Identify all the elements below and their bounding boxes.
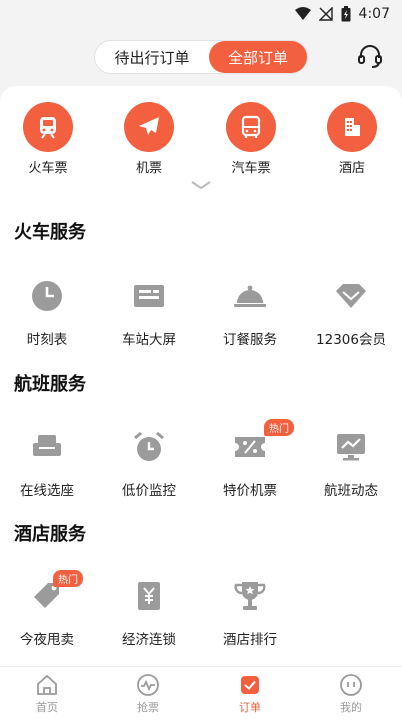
service-label: 12306会员 xyxy=(316,332,386,348)
section-title-flight: 航班服务 xyxy=(14,374,86,395)
service-price-alert[interactable]: 低价监控 xyxy=(99,427,199,499)
tab-pending-orders[interactable]: 待出行订单 xyxy=(95,41,209,73)
diamond-icon xyxy=(331,276,371,316)
meal-cloche-icon xyxy=(230,276,270,316)
monitor-chart-icon xyxy=(331,427,371,467)
service-seat-selection[interactable]: 在线选座 xyxy=(0,427,97,499)
bottom-tab-bar: 首页 抢票 订单 我的 xyxy=(0,666,402,720)
section-title-hotel: 酒店服务 xyxy=(14,524,86,545)
chevron-down-icon[interactable] xyxy=(190,180,212,190)
service-hotel-ranking[interactable]: 酒店排行 xyxy=(200,576,300,648)
tab-label: 我的 xyxy=(340,701,362,714)
service-label: 经济连锁 xyxy=(122,632,176,648)
service-label: 低价监控 xyxy=(122,483,176,499)
bus-icon xyxy=(226,102,276,152)
tab-orders[interactable]: 订单 xyxy=(215,673,285,715)
tab-label: 订单 xyxy=(239,701,261,714)
clock-icon xyxy=(27,276,67,316)
order-header: 待出行订单 全部订单 xyxy=(0,28,402,90)
service-label: 今夜甩卖 xyxy=(20,632,74,648)
wifi-icon xyxy=(294,7,311,20)
discount-ticket-icon: 热门 xyxy=(230,419,294,467)
service-special-flights[interactable]: 热门 特价机票 xyxy=(200,419,300,499)
service-label: 车站大屏 xyxy=(122,332,176,348)
tab-label: 首页 xyxy=(36,701,58,714)
category-bus[interactable]: 汽车票 xyxy=(211,102,291,176)
profile-icon xyxy=(340,674,362,696)
category-label: 汽车票 xyxy=(231,161,271,176)
tab-home[interactable]: 首页 xyxy=(12,673,82,715)
service-flight-status[interactable]: 航班动态 xyxy=(301,427,401,499)
tag-icon: 热门 xyxy=(27,570,83,616)
yen-doc-icon xyxy=(129,576,169,616)
no-signal-icon xyxy=(318,7,333,21)
category-train[interactable]: 火车票 xyxy=(8,102,88,176)
seat-icon xyxy=(27,427,67,467)
service-budget-chains[interactable]: 经济连锁 xyxy=(99,576,199,648)
status-time: 4:07 xyxy=(358,6,390,22)
alarm-clock-icon xyxy=(129,427,169,467)
hot-badge: 热门 xyxy=(264,419,294,436)
order-filter-segmented-control: 待出行订单 全部订单 xyxy=(94,40,308,74)
service-tonight-sale[interactable]: 热门 今夜甩卖 xyxy=(0,570,97,648)
train-icon xyxy=(23,102,73,152)
section-title-train: 火车服务 xyxy=(14,222,86,243)
category-row: 火车票 机票 汽车票 酒店 xyxy=(0,102,402,176)
service-station-board[interactable]: 车站大屏 xyxy=(99,276,199,348)
service-label: 时刻表 xyxy=(26,332,68,348)
station-board-icon xyxy=(129,276,169,316)
hotel-icon xyxy=(327,102,377,152)
tab-all-orders[interactable]: 全部订单 xyxy=(209,41,307,73)
airplane-icon xyxy=(124,102,174,152)
service-label: 订餐服务 xyxy=(223,332,277,348)
pulse-icon xyxy=(137,674,159,696)
tab-grab-tickets[interactable]: 抢票 xyxy=(113,673,183,715)
category-hotel[interactable]: 酒店 xyxy=(312,102,392,176)
customer-service-headset-icon[interactable] xyxy=(356,42,384,70)
category-label: 火车票 xyxy=(28,161,68,176)
service-12306-member[interactable]: 12306会员 xyxy=(301,276,401,348)
home-icon xyxy=(37,674,57,695)
service-timetable[interactable]: 时刻表 xyxy=(0,276,97,348)
category-label: 机票 xyxy=(135,161,162,176)
trophy-icon xyxy=(230,576,270,616)
tab-mine[interactable]: 我的 xyxy=(316,673,386,715)
battery-charging-icon xyxy=(341,6,351,22)
service-label: 在线选座 xyxy=(20,483,74,499)
tab-label: 抢票 xyxy=(137,701,159,714)
service-label: 酒店排行 xyxy=(223,632,277,648)
order-check-icon xyxy=(241,676,259,694)
category-label: 酒店 xyxy=(338,161,365,176)
service-meal-order[interactable]: 订餐服务 xyxy=(200,276,300,348)
service-label: 特价机票 xyxy=(223,483,277,499)
status-bar: 4:07 xyxy=(0,0,402,28)
hot-badge: 热门 xyxy=(53,570,83,587)
category-flight[interactable]: 机票 xyxy=(109,102,189,176)
content-sheet: 火车票 机票 汽车票 酒店 火车服务 时刻表 车站大屏 订餐服务 12306会员… xyxy=(0,86,402,666)
service-label: 航班动态 xyxy=(324,483,378,499)
